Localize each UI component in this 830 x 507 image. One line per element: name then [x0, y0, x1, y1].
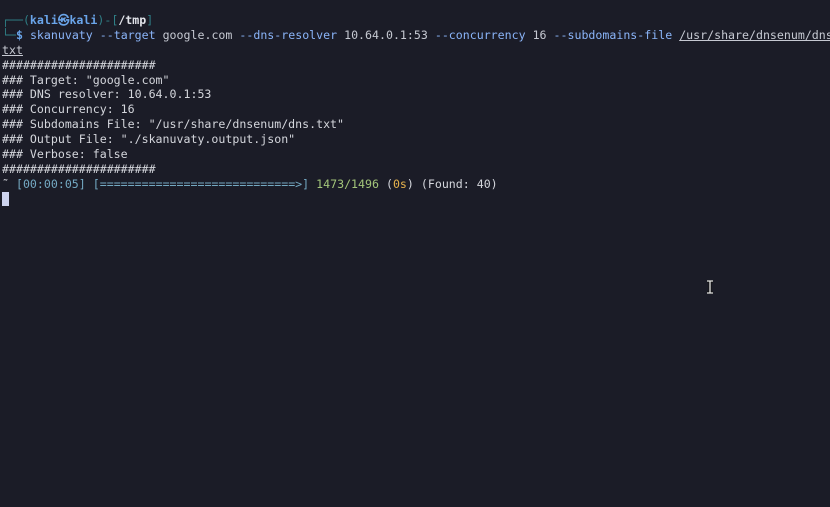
prompt-corner-top: ┌──( — [2, 13, 30, 27]
command-flag-concurrency: --concurrency — [434, 27, 526, 42]
command-concurrency: 16 — [532, 27, 547, 42]
command-line[interactable]: └─$ skanuvaty --target google.com --dns-… — [2, 28, 830, 43]
ibeam-cursor-icon — [707, 280, 713, 294]
prompt-host: kali — [69, 13, 98, 27]
prompt-separator: )-[ — [97, 13, 119, 27]
prompt-at-icon: ㉿ — [57, 13, 70, 27]
progress-done: 1473 — [316, 176, 345, 191]
output-resolver: ### DNS resolver: 10.64.0.1:53 — [2, 87, 212, 102]
output-file: ### Output File: "./skanuvaty.output.jso… — [2, 132, 296, 147]
prompt-line-top: ┌──(kali㉿kali)-[/tmp] — [2, 13, 830, 28]
command-resolver: 10.64.0.1:53 — [344, 27, 428, 42]
output-banner: ###################### — [2, 57, 156, 72]
command-flag-subdomains: --subdomains-file — [553, 27, 673, 42]
prompt-corner-bottom: └─ — [2, 27, 16, 42]
text-cursor — [2, 191, 9, 206]
command-flag-target: --target — [99, 27, 156, 42]
prompt-path: /tmp — [118, 13, 147, 27]
command-file-part1[interactable]: /usr/share/dnsenum/dns. — [679, 28, 830, 42]
progress-bar: [============================>] — [92, 176, 310, 191]
progress-line: ˜ [00:00:05] [==========================… — [2, 176, 498, 191]
input-line[interactable] — [2, 191, 830, 207]
prompt-close: ] — [146, 13, 154, 27]
progress-eta-close: ) — [406, 176, 414, 191]
prompt-symbol: $ — [15, 27, 23, 42]
output-subdomains: ### Subdomains File: "/usr/share/dnsenum… — [2, 117, 345, 132]
command-file-part2[interactable]: txt — [2, 43, 23, 57]
output-banner-end: ###################### — [2, 161, 156, 176]
command-flag-resolver: --dns-resolver — [239, 27, 338, 42]
terminal-window[interactable]: ┌──(kali㉿kali)-[/tmp] └─$ skanuvaty --tar… — [0, 0, 830, 507]
progress-spinner: ˜ — [2, 176, 9, 191]
output-concurrency: ### Concurrency: 16 — [2, 102, 135, 117]
progress-found: (Found: 40) — [420, 176, 498, 191]
command-program: skanuvaty — [29, 27, 93, 42]
progress-total: 1496 — [351, 176, 379, 191]
progress-elapsed: [00:00:05] — [15, 176, 86, 191]
progress-eta: 0s — [392, 176, 407, 191]
command-line-wrap: txt — [2, 43, 830, 58]
output-target: ### Target: "google.com" — [2, 72, 170, 87]
prompt-user: kali — [29, 13, 58, 27]
command-target: google.com — [162, 27, 233, 42]
progress-eta-open: ( — [385, 176, 393, 191]
output-verbose: ### Verbose: false — [2, 147, 128, 162]
